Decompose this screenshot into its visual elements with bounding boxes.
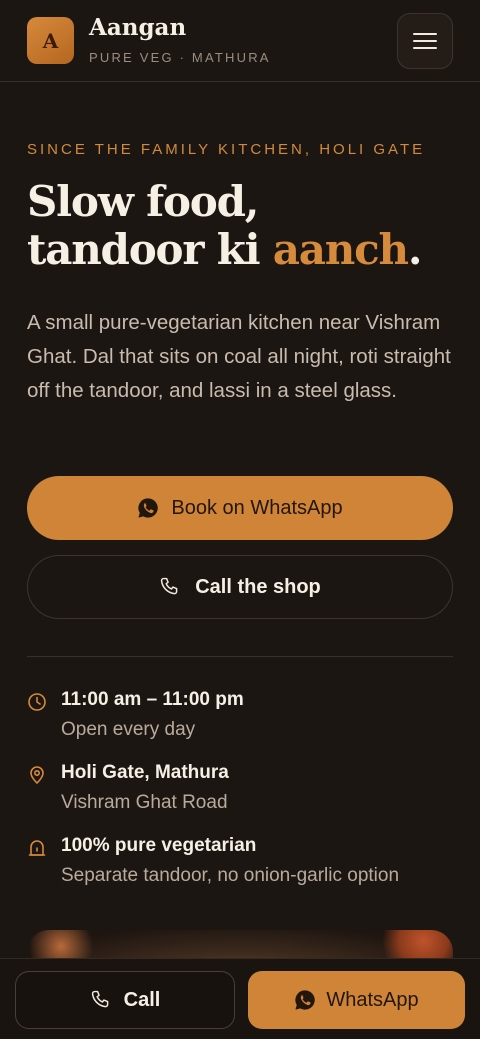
hero-description: A small pure-vegetarian kitchen near Vis… [27,311,451,402]
hours-title: 11:00 am – 11:00 pm [61,689,244,710]
location-title: Holi Gate, Mathura [61,762,229,783]
hero-headline: Slow food, tandoor ki aanch. [27,178,467,274]
veg-subtitle: Separate tandoor, no onion-garlic option [61,865,400,886]
call-shop-label: Call the shop [195,575,321,598]
headline-line-2: tandoor ki [27,225,273,274]
clock-icon [28,693,46,711]
brand-logo[interactable]: A [27,17,74,64]
call-button[interactable]: Call [15,971,235,1029]
book-whatsapp-button[interactable]: Book on WhatsApp [27,476,453,540]
site-header: A Aangan PURE VEG · MATHURA [0,0,480,82]
call-label: Call [123,988,161,1011]
menu-button[interactable] [397,13,453,69]
hamburger-icon [413,33,437,49]
location-subtitle: Vishram Ghat Road [61,792,228,813]
whatsapp-button[interactable]: WhatsApp [248,971,465,1029]
bell-icon [28,840,46,856]
whatsapp-icon [295,990,316,1010]
book-whatsapp-label: Book on WhatsApp [171,496,343,519]
location-pin-icon [30,766,44,784]
headline-accent: aanch [272,225,409,274]
brand-name[interactable]: Aangan [89,14,186,41]
headline-period: . [407,225,423,274]
sticky-action-bar: Call WhatsApp [0,958,480,1039]
phone-icon [91,990,108,1008]
call-shop-button[interactable]: Call the shop [27,555,453,619]
headline-line-1: Slow food, [27,177,259,226]
hours-subtitle: Open every day [61,719,196,740]
section-divider [27,656,453,657]
hero-eyebrow: SINCE THE FAMILY KITCHEN, HOLI GATE [27,141,426,158]
veg-title: 100% pure vegetarian [61,835,257,856]
brand-tagline: PURE VEG · MATHURA [89,50,271,65]
whatsapp-icon [138,498,159,518]
phone-icon [161,577,178,595]
whatsapp-label: WhatsApp [326,988,419,1011]
